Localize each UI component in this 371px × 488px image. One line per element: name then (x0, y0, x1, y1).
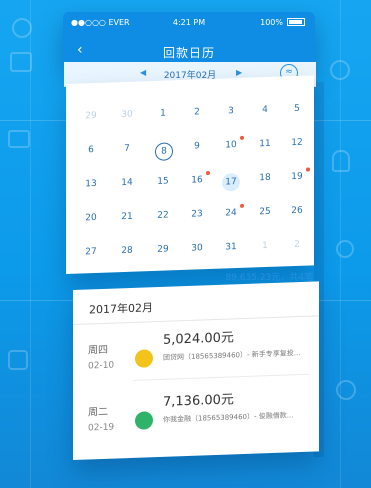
calendar-day[interactable]: 12 (286, 138, 308, 155)
entry-description: 你我金融（18565389460）- 俊融借款... (163, 411, 294, 424)
battery-percent: 100% (260, 18, 283, 27)
calendar-day[interactable]: 30 (186, 243, 208, 260)
calendar-day[interactable]: 2 (186, 107, 208, 124)
list-item[interactable]: 周二 02-19 7,136.00元 你我金融（18565389460）- 俊融… (73, 381, 319, 450)
calendar-day[interactable]: 24 (220, 208, 242, 225)
calendar-day[interactable]: 28 (116, 245, 138, 262)
calendar-day[interactable]: 10 (220, 140, 242, 157)
list-item[interactable]: 周四 02-10 5,024.00元 团贷网（18565389460）- 新手专… (73, 319, 319, 388)
background-calendar-icon (8, 350, 28, 370)
calendar-grid: 29 30 1 2 3 4 5 6 7 8 9 10 11 12 13 14 15 16 17 18 19 20 21 22 2… (66, 75, 314, 274)
calendar-day[interactable]: 15 (152, 176, 174, 193)
next-month-arrow-icon[interactable]: ▶ (236, 68, 242, 77)
calendar-day[interactable]: 18 (254, 173, 276, 190)
calendar-day[interactable]: 3 (220, 106, 242, 123)
background-clock-icon (12, 18, 32, 38)
page-title: 回款日历 (162, 46, 215, 60)
calendar-day[interactable]: 2 (286, 240, 308, 257)
calendar-day[interactable]: 23 (186, 209, 208, 226)
calendar-day[interactable]: 29 (80, 111, 102, 128)
calendar-day[interactable]: 19 (286, 172, 308, 189)
status-bar: ●●○○○ EVER 4:21 PM 100% (63, 16, 315, 30)
background-lock-icon (332, 150, 350, 172)
background-chat-icon (336, 380, 356, 400)
calendar-day[interactable]: 13 (80, 179, 102, 196)
calendar-day[interactable]: 9 (186, 141, 208, 158)
battery-icon (287, 18, 305, 26)
background-user-icon (336, 240, 354, 258)
calendar-day[interactable]: 26 (286, 206, 308, 223)
repayment-dot-icon (206, 170, 210, 176)
calendar-day[interactable]: 25 (254, 207, 276, 224)
entry-amount: 5,024.00元 (163, 330, 234, 348)
calendar-day[interactable]: 4 (254, 105, 276, 122)
calendar-day[interactable]: 14 (116, 177, 138, 194)
platform-logo-icon (135, 411, 153, 430)
calendar-day[interactable]: 31 (220, 242, 242, 259)
list-month-header: 2017年02月 (89, 301, 153, 317)
repayment-list: 2017年02月 周四 02-10 5,024.00元 团贷网（18565389… (73, 281, 319, 460)
entry-weekday: 周二 (88, 406, 108, 419)
background-edit-icon (10, 52, 32, 72)
platform-logo-icon (135, 349, 153, 368)
entry-weekday: 周四 (88, 344, 108, 357)
calendar-day[interactable]: 29 (152, 244, 174, 261)
repayment-dot-icon (306, 167, 310, 172)
background-mail-icon (8, 130, 30, 148)
calendar-day[interactable]: 16 (186, 175, 208, 192)
calendar-day[interactable]: 30 (116, 109, 138, 126)
repayment-dot-icon (240, 135, 244, 140)
calendar-day[interactable]: 27 (80, 247, 102, 264)
calendar-day[interactable]: 7 (116, 143, 138, 160)
background-bell-icon (330, 60, 350, 80)
calendar-day[interactable]: 20 (80, 213, 102, 230)
calendar-day[interactable]: 6 (80, 145, 102, 162)
calendar-day[interactable]: 1 (152, 108, 174, 125)
calendar-day[interactable]: 5 (286, 104, 308, 121)
calendar-day[interactable]: 22 (152, 210, 174, 227)
repayment-dot-icon (240, 203, 244, 208)
calendar-day[interactable]: 1 (254, 241, 276, 258)
calendar-day[interactable]: 21 (116, 211, 138, 228)
calendar-day[interactable]: 8 (155, 142, 173, 161)
calendar-day[interactable]: 17 (222, 172, 240, 192)
entry-date: 02-19 (88, 422, 115, 434)
entry-amount: 7,136.00元 (163, 392, 234, 410)
calendar-day[interactable]: 11 (254, 139, 276, 156)
entry-date: 02-10 (88, 360, 115, 372)
background-gridline (30, 0, 31, 488)
entry-description: 团贷网（18565389460）- 新手专享复投... (163, 349, 301, 362)
divider (133, 373, 309, 381)
